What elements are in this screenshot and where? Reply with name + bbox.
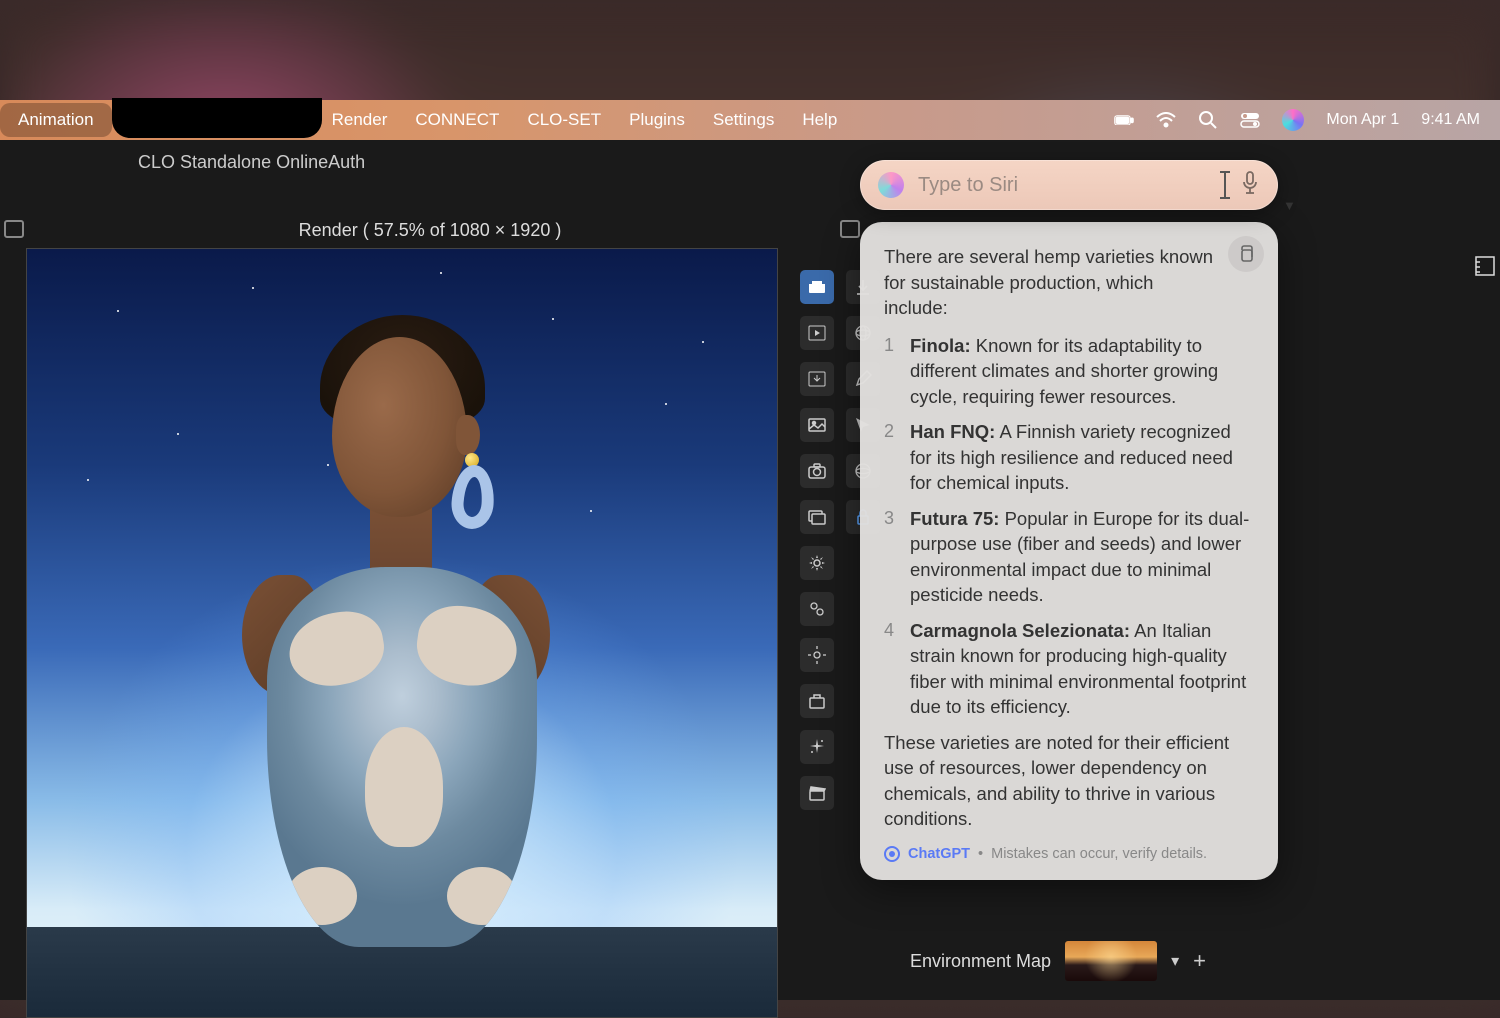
control-center-icon[interactable] <box>1240 112 1260 128</box>
tool-camera-icon[interactable] <box>800 454 834 488</box>
list-item: 4Carmagnola Selezionata: An Italian stra… <box>884 618 1254 720</box>
menubar-date[interactable]: Mon Apr 1 <box>1326 111 1399 129</box>
env-dropdown-icon[interactable]: ▾ <box>1171 951 1179 971</box>
response-list: 1Finola: Known for its adaptability to d… <box>884 333 1254 720</box>
environment-map-thumbnail[interactable] <box>1065 941 1157 981</box>
tool-import-icon[interactable] <box>800 362 834 396</box>
tool-gear-icon[interactable] <box>800 546 834 580</box>
siri-search-bar[interactable] <box>860 160 1278 210</box>
microphone-icon[interactable] <box>1240 170 1260 201</box>
menu-closet[interactable]: CLO-SET <box>527 110 601 130</box>
response-outro: These varieties are noted for their effi… <box>884 730 1254 832</box>
environment-map-row: Environment Map ▾ + <box>910 940 1270 982</box>
tool-play-icon[interactable] <box>800 316 834 350</box>
toolbar-column-a <box>800 270 840 810</box>
menu-settings[interactable]: Settings <box>713 110 774 130</box>
tool-film-icon[interactable] <box>800 270 834 304</box>
env-add-icon[interactable]: + <box>1193 948 1206 974</box>
ruler-icon[interactable] <box>1474 255 1496 277</box>
response-intro: There are several hemp varieties known f… <box>884 244 1254 321</box>
battery-icon[interactable] <box>1114 112 1134 128</box>
render-status-label: Render ( 57.5% of 1080 × 1920 ) <box>0 220 860 241</box>
list-item: 3Futura 75: Popular in Europe for its du… <box>884 506 1254 608</box>
attribution-brand: ChatGPT <box>908 844 970 864</box>
siri-dropdown-icon[interactable]: ▼ <box>1283 198 1296 213</box>
avatar-figure <box>212 297 592 977</box>
tool-double-gear-icon[interactable] <box>800 592 834 626</box>
menu-animation[interactable]: Animation <box>0 103 112 137</box>
undock-icon-right[interactable] <box>840 220 860 238</box>
menu-help[interactable]: Help <box>802 110 837 130</box>
siri-input[interactable] <box>918 174 1210 197</box>
response-attribution: ChatGPT • Mistakes can occur, verify det… <box>884 844 1254 864</box>
attribution-note: Mistakes can occur, verify details. <box>991 844 1207 864</box>
siri-icon[interactable] <box>1282 109 1304 131</box>
menu-render[interactable]: Render <box>332 110 388 130</box>
search-icon[interactable] <box>1198 112 1218 128</box>
text-cursor-icon <box>1224 173 1226 197</box>
macos-menubar: Animation Render CONNECT CLO-SET Plugins… <box>0 100 1500 140</box>
tool-light-gear-icon[interactable] <box>800 638 834 672</box>
render-viewport[interactable] <box>26 248 778 1018</box>
menu-plugins[interactable]: Plugins <box>629 110 685 130</box>
environment-map-label: Environment Map <box>910 951 1051 972</box>
list-item: 1Finola: Known for its adaptability to d… <box>884 333 1254 410</box>
tool-image-icon[interactable] <box>800 408 834 442</box>
tool-clapper-icon[interactable] <box>800 776 834 810</box>
copy-button[interactable] <box>1228 236 1264 272</box>
list-item: 2Han FNQ: A Finnish variety recognized f… <box>884 419 1254 496</box>
tool-gallery-icon[interactable] <box>800 500 834 534</box>
menu-connect[interactable]: CONNECT <box>415 110 499 130</box>
tool-sparkle-icon[interactable] <box>800 730 834 764</box>
wifi-icon[interactable] <box>1156 112 1176 128</box>
menubar-time[interactable]: 9:41 AM <box>1421 111 1480 129</box>
siri-response-panel: There are several hemp varieties known f… <box>860 222 1278 880</box>
display-notch <box>112 98 322 138</box>
siri-orb-icon <box>878 172 904 198</box>
chatgpt-logo-icon <box>884 846 900 862</box>
tool-briefcase-icon[interactable] <box>800 684 834 718</box>
